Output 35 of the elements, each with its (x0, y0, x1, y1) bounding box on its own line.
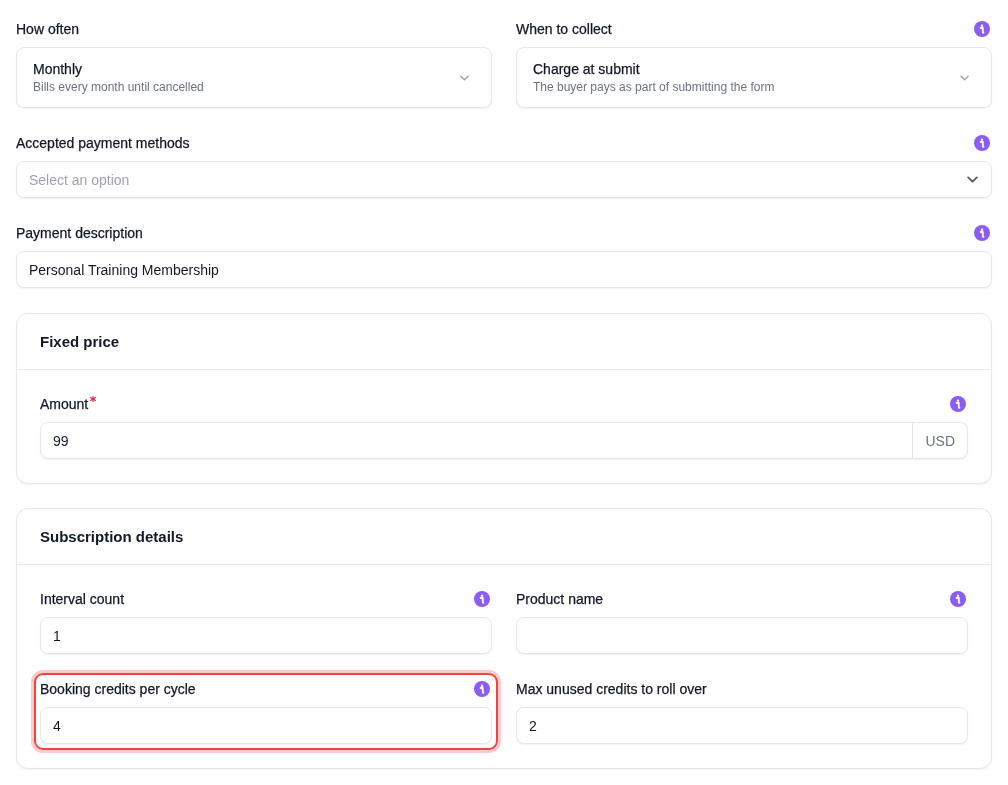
info-icon[interactable] (950, 396, 966, 412)
dropdown-select[interactable]: Select an option (16, 161, 992, 198)
field-label: Booking credits per cycle (40, 680, 196, 699)
info-icon[interactable] (974, 21, 990, 37)
field-label: When to collect (516, 20, 612, 39)
field-label: Max unused credits to roll over (516, 680, 707, 699)
currency-addon: USD (913, 422, 968, 459)
text-input[interactable]: 99 (40, 422, 914, 459)
option-description: Bills every month until cancelled (33, 79, 204, 95)
selected-option: Charge at submit (533, 60, 775, 78)
text-input[interactable]: 1 (40, 617, 492, 654)
field-label: Amount (40, 395, 89, 414)
text-input[interactable] (516, 617, 968, 654)
info-icon[interactable] (474, 681, 490, 697)
info-icon[interactable] (974, 135, 990, 151)
text-input[interactable]: 4 (40, 707, 492, 744)
chevron-icon (967, 176, 978, 183)
section-title: Subscription details (40, 528, 184, 545)
info-icon[interactable] (974, 225, 990, 241)
field-label: Product name (516, 590, 604, 609)
selected-option: Monthly (33, 60, 204, 78)
info-icon[interactable] (474, 591, 490, 607)
info-icon[interactable] (950, 591, 966, 607)
field-label: How often (16, 20, 80, 39)
text-input[interactable]: 2 (516, 707, 968, 744)
field-label: Accepted payment methods (16, 134, 190, 153)
text-input[interactable]: Personal Training Membership (16, 251, 992, 288)
section-title: Fixed price (40, 333, 120, 350)
option-description: The buyer pays as part of submitting the form (533, 79, 775, 95)
dropdown-select[interactable]: Monthly Bills every month until cancelled (16, 47, 492, 108)
chevron-icon (460, 74, 469, 81)
chevron-icon (960, 74, 969, 81)
field-label: Payment description (16, 224, 143, 243)
dropdown-select[interactable]: Charge at submit The buyer pays as part of submitting the form (516, 47, 992, 108)
field-label: Interval count (40, 590, 125, 609)
